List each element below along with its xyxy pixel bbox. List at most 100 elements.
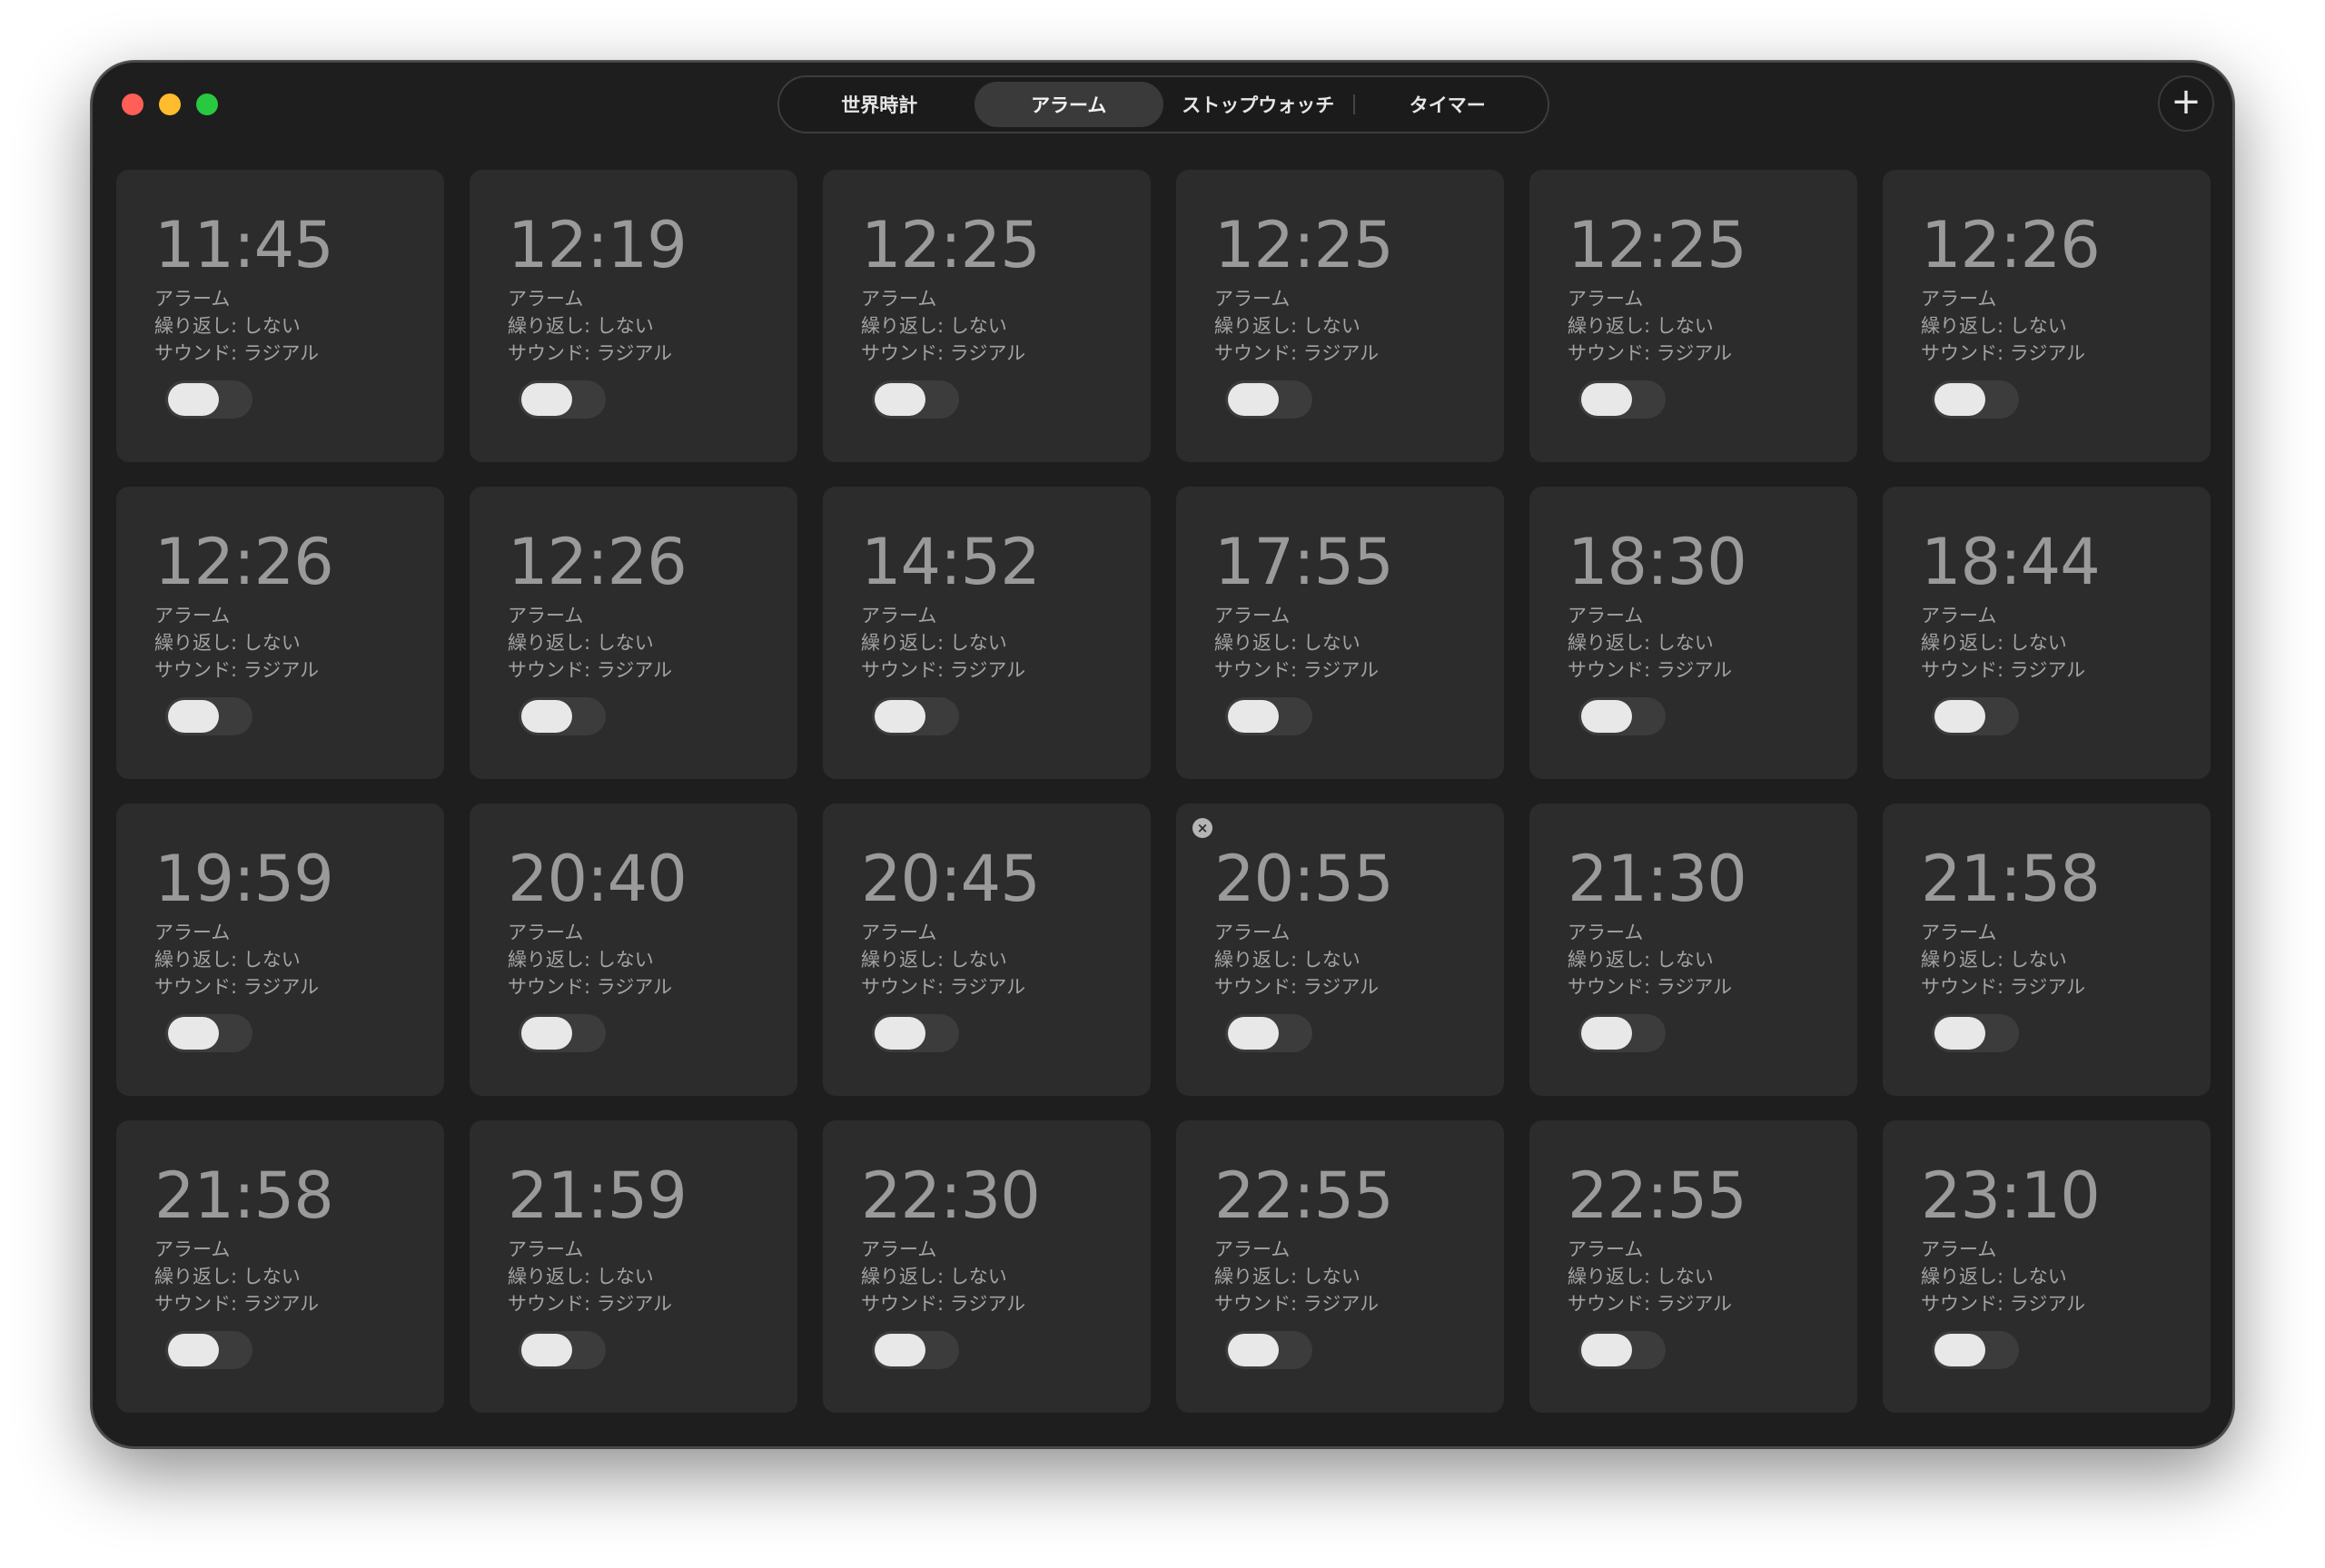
alarm-toggle[interactable] [872,1014,959,1052]
alarm-toggle[interactable] [1578,1331,1666,1369]
alarm-toggle[interactable] [1225,1331,1312,1369]
alarm-toggle[interactable] [165,380,252,419]
zoom-window-button[interactable] [196,94,218,115]
alarm-toggle[interactable] [519,697,606,735]
alarm-time: 12:25 [1568,208,1747,282]
toggle-knob [1934,383,1985,416]
alarm-repeat: 繰り返し: しない [1921,1266,2067,1287]
alarm-card[interactable]: 12:19 アラーム 繰り返し: しない サウンド: ラジアル [470,170,797,462]
alarm-label: アラーム [1921,605,1997,626]
alarm-card[interactable]: 22:30 アラーム 繰り返し: しない サウンド: ラジアル [823,1120,1151,1413]
delete-alarm-icon[interactable]: × [1192,818,1212,838]
toggle-knob [875,383,925,416]
alarm-toggle[interactable] [1932,1331,2019,1369]
alarm-label: アラーム [1568,1238,1644,1260]
alarm-toggle[interactable] [519,1014,606,1052]
alarm-toggle[interactable] [519,1331,606,1369]
alarm-card[interactable]: 17:55 アラーム 繰り返し: しない サウンド: ラジアル [1176,487,1504,779]
tab-timer[interactable]: タイマー [1352,82,1543,127]
alarm-sound: サウンド: ラジアル [1921,976,2086,998]
alarm-time: 18:30 [1568,525,1747,599]
toggle-knob [1228,700,1279,733]
alarm-repeat: 繰り返し: しない [154,632,301,654]
alarm-toggle[interactable] [1932,380,2019,419]
alarm-sound: サウンド: ラジアル [1568,1293,1733,1315]
alarm-toggle[interactable] [165,697,252,735]
alarm-repeat: 繰り返し: しない [154,1266,301,1287]
alarm-toggle[interactable] [872,380,959,419]
alarm-toggle[interactable] [1225,380,1312,419]
alarm-sound: サウンド: ラジアル [1214,1293,1380,1315]
alarm-card[interactable]: 23:10 アラーム 繰り返し: しない サウンド: ラジアル [1883,1120,2211,1413]
tab-world-clock[interactable]: 世界時計 [785,82,975,127]
alarm-sound: サウンド: ラジアル [1568,976,1733,998]
alarm-toggle[interactable] [1932,1014,2019,1052]
close-window-button[interactable] [122,94,143,115]
alarm-label: アラーム [508,605,584,626]
alarm-label: アラーム [1921,922,1997,943]
alarm-card[interactable]: 12:26 アラーム 繰り返し: しない サウンド: ラジアル [116,487,444,779]
alarm-toggle[interactable] [519,380,606,419]
alarm-toggle[interactable] [1578,697,1666,735]
alarm-repeat: 繰り返し: しない [508,315,654,337]
alarm-toggle[interactable] [1932,697,2019,735]
alarm-label: アラーム [1214,1238,1291,1260]
alarm-time: 22:55 [1568,1159,1747,1233]
alarm-card[interactable]: 21:58 アラーム 繰り返し: しない サウンド: ラジアル [116,1120,444,1413]
alarm-label: アラーム [1921,288,1997,310]
alarm-sound: サウンド: ラジアル [1214,659,1380,681]
alarm-card[interactable]: 21:58 アラーム 繰り返し: しない サウンド: ラジアル [1883,804,2211,1096]
alarm-label: アラーム [1921,1238,1997,1260]
alarm-sound: サウンド: ラジアル [1921,659,2086,681]
alarm-time: 22:30 [861,1159,1041,1233]
alarm-repeat: 繰り返し: しない [508,949,654,971]
alarm-time: 12:26 [1921,208,2101,282]
alarm-card[interactable]: 22:55 アラーム 繰り返し: しない サウンド: ラジアル [1529,1120,1857,1413]
alarm-toggle[interactable] [1225,1014,1312,1052]
alarm-card[interactable]: 12:25 アラーム 繰り返し: しない サウンド: ラジアル [1176,170,1504,462]
alarm-card[interactable]: 12:26 アラーム 繰り返し: しない サウンド: ラジアル [1883,170,2211,462]
alarm-time: 11:45 [154,208,334,282]
alarm-repeat: 繰り返し: しない [154,315,301,337]
toggle-knob [1934,700,1985,733]
alarm-card[interactable]: 12:25 アラーム 繰り返し: しない サウンド: ラジアル [1529,170,1857,462]
alarm-card[interactable]: 20:45 アラーム 繰り返し: しない サウンド: ラジアル [823,804,1151,1096]
alarm-toggle[interactable] [872,1331,959,1369]
alarm-card[interactable]: 20:40 アラーム 繰り返し: しない サウンド: ラジアル [470,804,797,1096]
alarm-card[interactable]: 21:30 アラーム 繰り返し: しない サウンド: ラジアル [1529,804,1857,1096]
alarm-card[interactable]: 18:44 アラーム 繰り返し: しない サウンド: ラジアル [1883,487,2211,779]
alarm-label: アラーム [1214,288,1291,310]
alarm-card[interactable]: 12:25 アラーム 繰り返し: しない サウンド: ラジアル [823,170,1151,462]
alarm-toggle[interactable] [165,1331,252,1369]
alarm-toggle[interactable] [1225,697,1312,735]
alarm-repeat: 繰り返し: しない [1568,315,1714,337]
alarm-card[interactable]: 21:59 アラーム 繰り返し: しない サウンド: ラジアル [470,1120,797,1413]
toggle-knob [521,383,572,416]
toggle-knob [521,1334,572,1366]
alarm-toggle[interactable] [1578,1014,1666,1052]
alarm-time: 12:26 [154,525,334,599]
alarm-repeat: 繰り返し: しない [1921,632,2067,654]
alarm-card[interactable]: × 20:55 アラーム 繰り返し: しない サウンド: ラジアル [1176,804,1504,1096]
alarm-toggle[interactable] [165,1014,252,1052]
alarm-toggle[interactable] [872,697,959,735]
toggle-knob [1581,1334,1632,1366]
alarm-time: 21:59 [508,1159,688,1233]
tab-stopwatch[interactable]: ストップウォッチ [1163,82,1353,127]
toggle-knob [168,700,219,733]
tab-alarm[interactable]: アラーム [974,82,1163,127]
alarm-card[interactable]: 12:26 アラーム 繰り返し: しない サウンド: ラジアル [470,487,797,779]
alarm-card[interactable]: 14:52 アラーム 繰り返し: しない サウンド: ラジアル [823,487,1151,779]
alarm-card[interactable]: 22:55 アラーム 繰り返し: しない サウンド: ラジアル [1176,1120,1504,1413]
alarm-label: アラーム [1568,922,1644,943]
toggle-knob [1228,1334,1279,1366]
alarm-card[interactable]: 19:59 アラーム 繰り返し: しない サウンド: ラジアル [116,804,444,1096]
clock-app-window: 世界時計 アラーム ストップウォッチ タイマー + 11:45 アラーム 繰り返し:… [91,61,2234,1448]
toggle-knob [1934,1334,1985,1366]
minimize-window-button[interactable] [159,94,181,115]
add-alarm-button[interactable]: + [2158,75,2214,132]
alarm-toggle[interactable] [1578,380,1666,419]
alarm-card[interactable]: 11:45 アラーム 繰り返し: しない サウンド: ラジアル [116,170,444,462]
alarm-card[interactable]: 18:30 アラーム 繰り返し: しない サウンド: ラジアル [1529,487,1857,779]
alarm-label: アラーム [1568,605,1644,626]
